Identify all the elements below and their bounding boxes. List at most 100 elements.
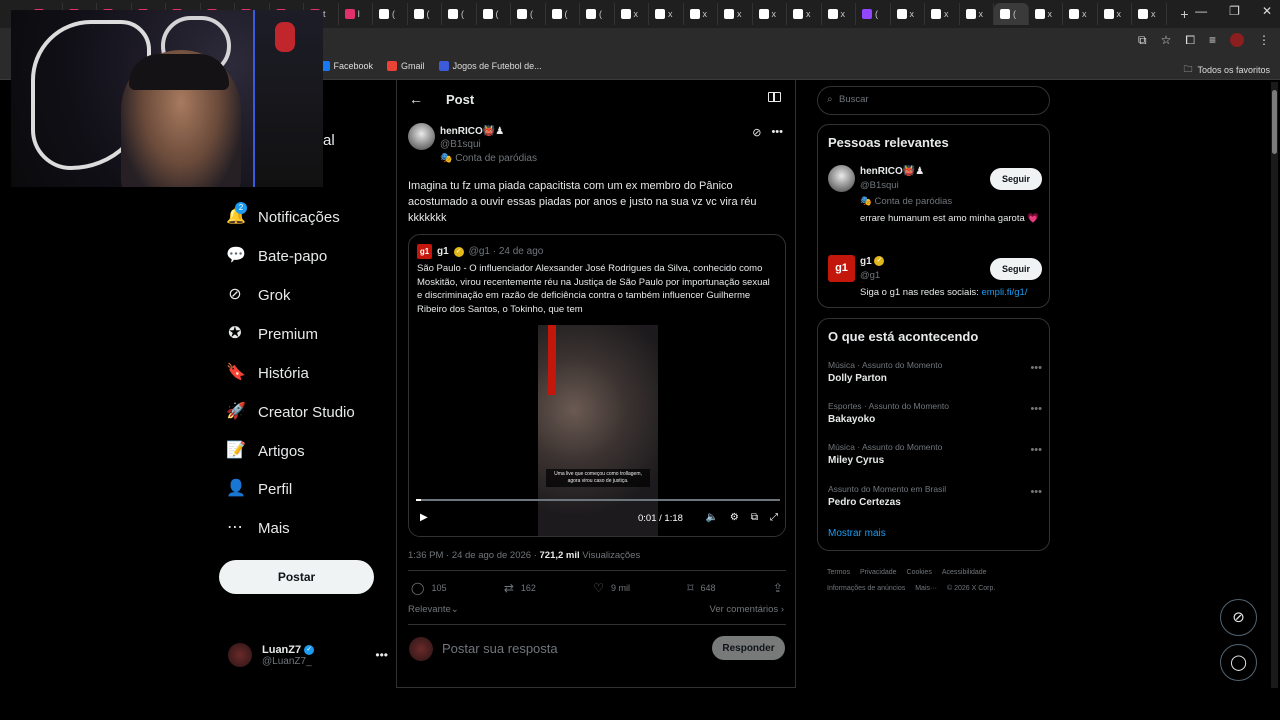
browser-tab[interactable]: x	[891, 3, 925, 25]
nav-item-perfil[interactable]: 👤 Perfil	[226, 480, 292, 498]
show-more-link[interactable]: Mostrar mais	[828, 528, 886, 539]
repost-button[interactable]: ⇄ 162	[504, 581, 536, 595]
browser-tab[interactable]: (	[580, 3, 615, 25]
browser-tab[interactable]: (	[856, 3, 891, 25]
footer-link[interactable]: Cookies	[907, 569, 932, 576]
new-tab-button[interactable]: +	[1175, 6, 1195, 22]
avatar[interactable]	[828, 165, 855, 192]
nav-item-artigos[interactable]: 📝 Artigos	[226, 442, 305, 460]
scrollbar-thumb[interactable]	[1272, 90, 1277, 154]
media-icon[interactable]: ≡	[1209, 33, 1216, 48]
search-box[interactable]: ⌕	[817, 86, 1050, 115]
view-comments-link[interactable]: Ver comentários ›	[710, 604, 784, 615]
bookmark-button[interactable]: ⌑ 648	[687, 581, 715, 595]
footer-link[interactable]: Informações de anúncios	[827, 585, 905, 592]
browser-tab[interactable]: (	[546, 3, 580, 25]
author-name[interactable]: henRICO👹♟	[440, 126, 537, 137]
browser-tab[interactable]: (	[511, 3, 546, 25]
browser-tab[interactable]: x	[960, 3, 994, 25]
follow-button[interactable]: Seguir	[990, 258, 1042, 280]
back-arrow-icon[interactable]: ←	[409, 91, 423, 107]
footer-link[interactable]: Mais···	[915, 585, 937, 592]
play-icon[interactable]: ▶	[420, 512, 428, 523]
bookmark-item[interactable]: Gmail	[387, 61, 425, 71]
trend-item[interactable]: Esportes · Assunto do Momento Bakayoko •…	[828, 401, 1042, 425]
avatar[interactable]	[408, 123, 435, 150]
person-name[interactable]: g1 ✓	[860, 256, 885, 267]
all-bookmarks[interactable]: 🗀 Todos os favoritos	[1183, 62, 1270, 78]
author-handle[interactable]: @B1squi	[440, 139, 537, 150]
nav-item-creatorstudio[interactable]: 🚀 Creator Studio	[226, 403, 355, 421]
messages-fab-button[interactable]: ◯	[1220, 644, 1257, 681]
pip-icon[interactable]: ⧉	[751, 512, 758, 523]
video-player[interactable]: Uma live que começou como trollagem, ago…	[410, 324, 785, 536]
cast-icon[interactable]: ⧉	[1138, 33, 1147, 48]
footer-link[interactable]: Privacidade	[860, 569, 897, 576]
browser-tab[interactable]: x	[1098, 3, 1132, 25]
more-icon[interactable]: •••	[375, 648, 388, 662]
trend-item[interactable]: Música · Assunto do Momento Dolly Parton…	[828, 360, 1042, 384]
g1-logo-icon[interactable]: g1	[828, 255, 855, 282]
grok-fab-button[interactable]: ⊘	[1220, 599, 1257, 636]
browser-tab[interactable]: x	[1132, 3, 1167, 25]
reply-button[interactable]: ◯ 105	[411, 581, 446, 595]
browser-tab[interactable]: x	[822, 3, 856, 25]
browser-tab[interactable]: x	[925, 3, 960, 25]
like-button[interactable]: ♡ 9 mil	[593, 581, 630, 595]
trend-item[interactable]: Música · Assunto do Momento Miley Cyrus …	[828, 442, 1042, 466]
reply-input[interactable]	[442, 641, 692, 656]
browser-tab[interactable]: x	[753, 3, 787, 25]
share-button[interactable]: ⇪	[773, 581, 783, 595]
account-switcher[interactable]: LuanZ7 ✓ @LuanZ7_ •••	[228, 643, 388, 667]
more-icon[interactable]: •••	[1030, 403, 1042, 415]
nav-item-batepapo[interactable]: 💬 Bate-papo	[226, 247, 327, 265]
extensions-icon[interactable]: ⧠	[1185, 33, 1195, 48]
fullscreen-icon[interactable]: ⤢	[770, 512, 778, 523]
browser-tab[interactable]: x	[684, 3, 718, 25]
follow-button[interactable]: Seguir	[990, 168, 1042, 190]
post-button[interactable]: Postar	[219, 560, 374, 594]
browser-tab[interactable]: (	[994, 3, 1029, 25]
video-progress-bar[interactable]	[416, 499, 780, 501]
nav-item-grok[interactable]: ⊘ Grok	[226, 286, 290, 304]
browser-tab[interactable]: x	[649, 3, 684, 25]
nav-item-histria[interactable]: 🔖 História	[226, 364, 309, 382]
bookmark-item[interactable]: Jogos de Futebol de...	[438, 61, 542, 71]
trend-item[interactable]: Assunto do Momento em Brasil Pedro Certe…	[828, 484, 1042, 508]
bookmark-item[interactable]: Facebook	[319, 61, 373, 71]
browser-tab[interactable]: (	[408, 3, 442, 25]
post-author-avatar[interactable]	[408, 123, 435, 150]
browser-tab[interactable]: x	[1029, 3, 1063, 25]
star-icon[interactable]: ☆	[1161, 33, 1172, 48]
kebab-menu-icon[interactable]: ⋮	[1258, 33, 1270, 48]
volume-icon[interactable]: 🔈	[705, 512, 717, 523]
nav-item-mais[interactable]: ⋯ Mais	[226, 519, 290, 537]
sort-dropdown[interactable]: Relevante⌄	[408, 604, 459, 615]
quoted-post[interactable]: g1 g1 ✓ @g1 · 24 de ago São Paulo - O in…	[408, 234, 786, 537]
reader-mode-icon[interactable]	[768, 92, 781, 102]
browser-tab[interactable]: x	[1063, 3, 1098, 25]
person-card[interactable]: henRICO👹♟ @B1squi 🎭 Conta de paródias er…	[828, 165, 1042, 240]
browser-tab[interactable]: (	[477, 3, 511, 25]
nav-item-notificaes[interactable]: 🔔 Notificações 2	[226, 202, 340, 226]
person-name[interactable]: henRICO👹♟	[860, 166, 924, 177]
browser-tab[interactable]: I	[339, 3, 373, 25]
settings-gear-icon[interactable]: ⚙	[730, 512, 739, 523]
browser-tab[interactable]: x	[787, 3, 822, 25]
grok-icon[interactable]: ⊘	[752, 126, 761, 139]
close-icon[interactable]: ✕	[1262, 4, 1272, 18]
post-timestamp[interactable]: 1:36 PM · 24 de ago de 2026 ·	[408, 550, 540, 561]
search-input[interactable]	[839, 94, 1039, 105]
footer-link[interactable]: Termos	[827, 569, 850, 576]
browser-tab[interactable]: (	[442, 3, 477, 25]
person-card[interactable]: g1 g1 ✓ @g1 Siga o g1 nas redes sociais:…	[828, 255, 1042, 300]
restore-icon[interactable]: ❐	[1229, 4, 1240, 18]
reply-submit-button[interactable]: Responder	[712, 636, 785, 660]
more-icon[interactable]: •••	[1030, 444, 1042, 456]
more-icon[interactable]: •••	[771, 126, 783, 139]
more-icon[interactable]: •••	[1030, 486, 1042, 498]
profile-avatar-icon[interactable]	[1230, 33, 1244, 47]
browser-tab[interactable]: x	[615, 3, 649, 25]
scrollbar[interactable]	[1271, 82, 1278, 688]
more-icon[interactable]: •••	[1030, 362, 1042, 374]
